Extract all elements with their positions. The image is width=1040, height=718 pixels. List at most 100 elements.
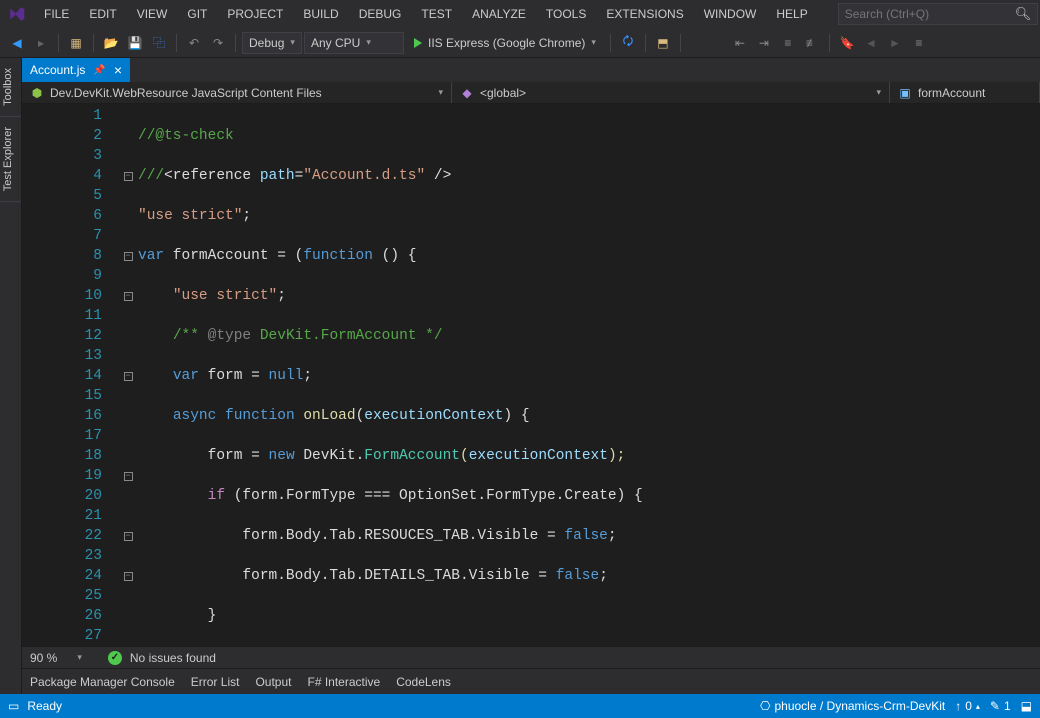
code-text: ); xyxy=(608,448,625,464)
project-scope-label: Dev.DevKit.WebResource JavaScript Conten… xyxy=(50,86,322,100)
indent-left-button[interactable]: ⇤ xyxy=(729,32,751,54)
menu-tools[interactable]: TOOLS xyxy=(536,3,596,25)
file-tab-account-js[interactable]: Account.js 📌 × xyxy=(22,58,130,82)
menu-edit[interactable]: EDIT xyxy=(79,3,126,25)
prev-bookmark-button[interactable]: ◄ xyxy=(860,32,882,54)
code-text: async xyxy=(173,408,217,424)
menu-test[interactable]: TEST xyxy=(411,3,462,25)
code-text: FormAccount xyxy=(364,448,460,464)
tab-fsharp-interactive[interactable]: F# Interactive xyxy=(307,675,380,689)
pin-icon[interactable]: 📌 xyxy=(93,65,105,76)
code-text: DevKit.FormAccount xyxy=(251,328,425,344)
status-outgoing[interactable]: ↑ 0 ▴ xyxy=(955,699,980,713)
status-changes-count: 1 xyxy=(1004,699,1011,713)
code-text: false xyxy=(556,568,600,584)
code-text: @type xyxy=(208,328,252,344)
next-bookmark-button[interactable]: ► xyxy=(884,32,906,54)
configuration-dropdown[interactable]: Debug ▾ xyxy=(242,32,302,54)
window-icon: ▭ xyxy=(8,699,19,713)
chevron-down-icon: ▾ xyxy=(290,37,295,48)
menu-file[interactable]: FILE xyxy=(34,3,79,25)
code-text: executionContext xyxy=(364,408,503,424)
search-input[interactable] xyxy=(845,7,1015,21)
toolbox-tab[interactable]: Toolbox xyxy=(0,58,21,117)
status-repo[interactable]: ⎔ phuocle / Dynamics-Crm-DevKit xyxy=(760,699,945,713)
code-text: null xyxy=(269,368,304,384)
status-bar: ▭ Ready ⎔ phuocle / Dynamics-Crm-DevKit … xyxy=(0,694,1040,718)
redo-button[interactable]: ↷ xyxy=(207,32,229,54)
bookmark-button[interactable]: 🔖 xyxy=(836,32,858,54)
code-text: DevKit. xyxy=(295,448,365,464)
chevron-down-icon: ▾ xyxy=(366,37,371,48)
project-scope-dropdown[interactable]: ⬢ Dev.DevKit.WebResource JavaScript Cont… xyxy=(22,82,452,103)
forward-button[interactable]: ▸ xyxy=(30,32,52,54)
browser-link-button[interactable]: ⬒ xyxy=(652,32,674,54)
separator xyxy=(58,34,59,52)
issues-label[interactable]: No issues found xyxy=(130,651,216,665)
menu-window[interactable]: WINDOW xyxy=(694,3,767,25)
code-text: () { xyxy=(373,248,417,264)
menu-project[interactable]: PROJECT xyxy=(217,3,293,25)
menu-build[interactable]: BUILD xyxy=(293,3,348,25)
status-changes[interactable]: ✎ 1 xyxy=(990,699,1011,713)
main-area: Toolbox Test Explorer Account.js 📌 × ⬢ D… xyxy=(0,58,1040,694)
platform-dropdown[interactable]: Any CPU ▾ xyxy=(304,32,404,54)
tab-codelens[interactable]: CodeLens xyxy=(396,675,451,689)
menu-help[interactable]: HELP xyxy=(766,3,817,25)
notifications-icon[interactable]: ⬓ xyxy=(1021,699,1032,713)
pencil-icon: ✎ xyxy=(990,699,1000,713)
back-button[interactable]: ◀ xyxy=(6,32,28,54)
type-scope-dropdown[interactable]: ◆ <global> ▾ xyxy=(452,82,890,103)
refresh-button[interactable]: 🗘 xyxy=(617,32,639,54)
run-target-label: IIS Express (Google Chrome) xyxy=(428,36,585,50)
line-number-gutter: 1234 5678 9101112 13141516 17181920 2122… xyxy=(22,104,122,646)
arrow-up-icon: ↑ xyxy=(955,699,961,713)
menu-extensions[interactable]: EXTENSIONS xyxy=(596,3,693,25)
menu-view[interactable]: VIEW xyxy=(127,3,178,25)
code-text: //@ts-check xyxy=(138,128,234,144)
start-debugging-button[interactable]: IIS Express (Google Chrome) ▾ xyxy=(406,32,604,54)
code-text: ) { xyxy=(504,408,530,424)
code-text: form = xyxy=(199,368,269,384)
main-toolbar: ◀ ▸ ▦ 📂 💾 ⿻ ↶ ↷ Debug ▾ Any CPU ▾ IIS Ex… xyxy=(0,28,1040,58)
quick-search[interactable]: 🔍︎ xyxy=(838,3,1039,25)
code-text: /> xyxy=(425,168,451,184)
chevron-down-icon: ▾ xyxy=(876,87,881,98)
code-text: false xyxy=(564,528,608,544)
tab-error-list[interactable]: Error List xyxy=(191,675,240,689)
new-project-button[interactable]: ▦ xyxy=(65,32,87,54)
editor-area: Account.js 📌 × ⬢ Dev.DevKit.WebResource … xyxy=(22,58,1040,694)
folding-column[interactable]: − − − − − − − xyxy=(122,104,134,646)
code-editor[interactable]: 1234 5678 9101112 13141516 17181920 2122… xyxy=(22,104,1040,646)
type-scope-label: <global> xyxy=(480,86,526,100)
toolbar-overflow-button[interactable]: ≡ xyxy=(908,32,930,54)
code-text: "use strict" xyxy=(173,288,277,304)
code-text: <reference xyxy=(164,168,260,184)
menu-analyze[interactable]: ANALYZE xyxy=(462,3,536,25)
save-button[interactable]: 💾 xyxy=(124,32,146,54)
code-text: } xyxy=(208,608,217,624)
tab-output[interactable]: Output xyxy=(255,675,291,689)
member-dropdown[interactable]: ▣ formAccount xyxy=(890,82,1040,103)
code-text: formAccount = ( xyxy=(164,248,303,264)
uncomment-button[interactable]: ≢ xyxy=(801,32,823,54)
save-all-button[interactable]: ⿻ xyxy=(148,32,170,54)
menu-git[interactable]: GIT xyxy=(177,3,217,25)
status-ready: Ready xyxy=(27,699,62,713)
code-text: (form.FormType === OptionSet.FormType.Cr… xyxy=(225,488,643,504)
indent-right-button[interactable]: ⇥ xyxy=(753,32,775,54)
test-explorer-tab[interactable]: Test Explorer xyxy=(0,117,21,202)
open-file-button[interactable]: 📂 xyxy=(100,32,122,54)
chevron-down-icon[interactable]: ▾ xyxy=(77,652,82,663)
separator xyxy=(610,34,611,52)
close-icon[interactable]: × xyxy=(114,62,122,78)
status-repo-label: phuocle / Dynamics-Crm-DevKit xyxy=(774,699,945,713)
zoom-level[interactable]: 90 % xyxy=(30,651,57,665)
undo-button[interactable]: ↶ xyxy=(183,32,205,54)
comment-button[interactable]: ≡ xyxy=(777,32,799,54)
code-content[interactable]: //@ts-check ///<reference path="Account.… xyxy=(134,104,1040,646)
tab-package-manager-console[interactable]: Package Manager Console xyxy=(30,675,175,689)
menu-debug[interactable]: DEBUG xyxy=(349,3,412,25)
code-text: "Account.d.ts" xyxy=(303,168,425,184)
code-text: var xyxy=(138,248,164,264)
